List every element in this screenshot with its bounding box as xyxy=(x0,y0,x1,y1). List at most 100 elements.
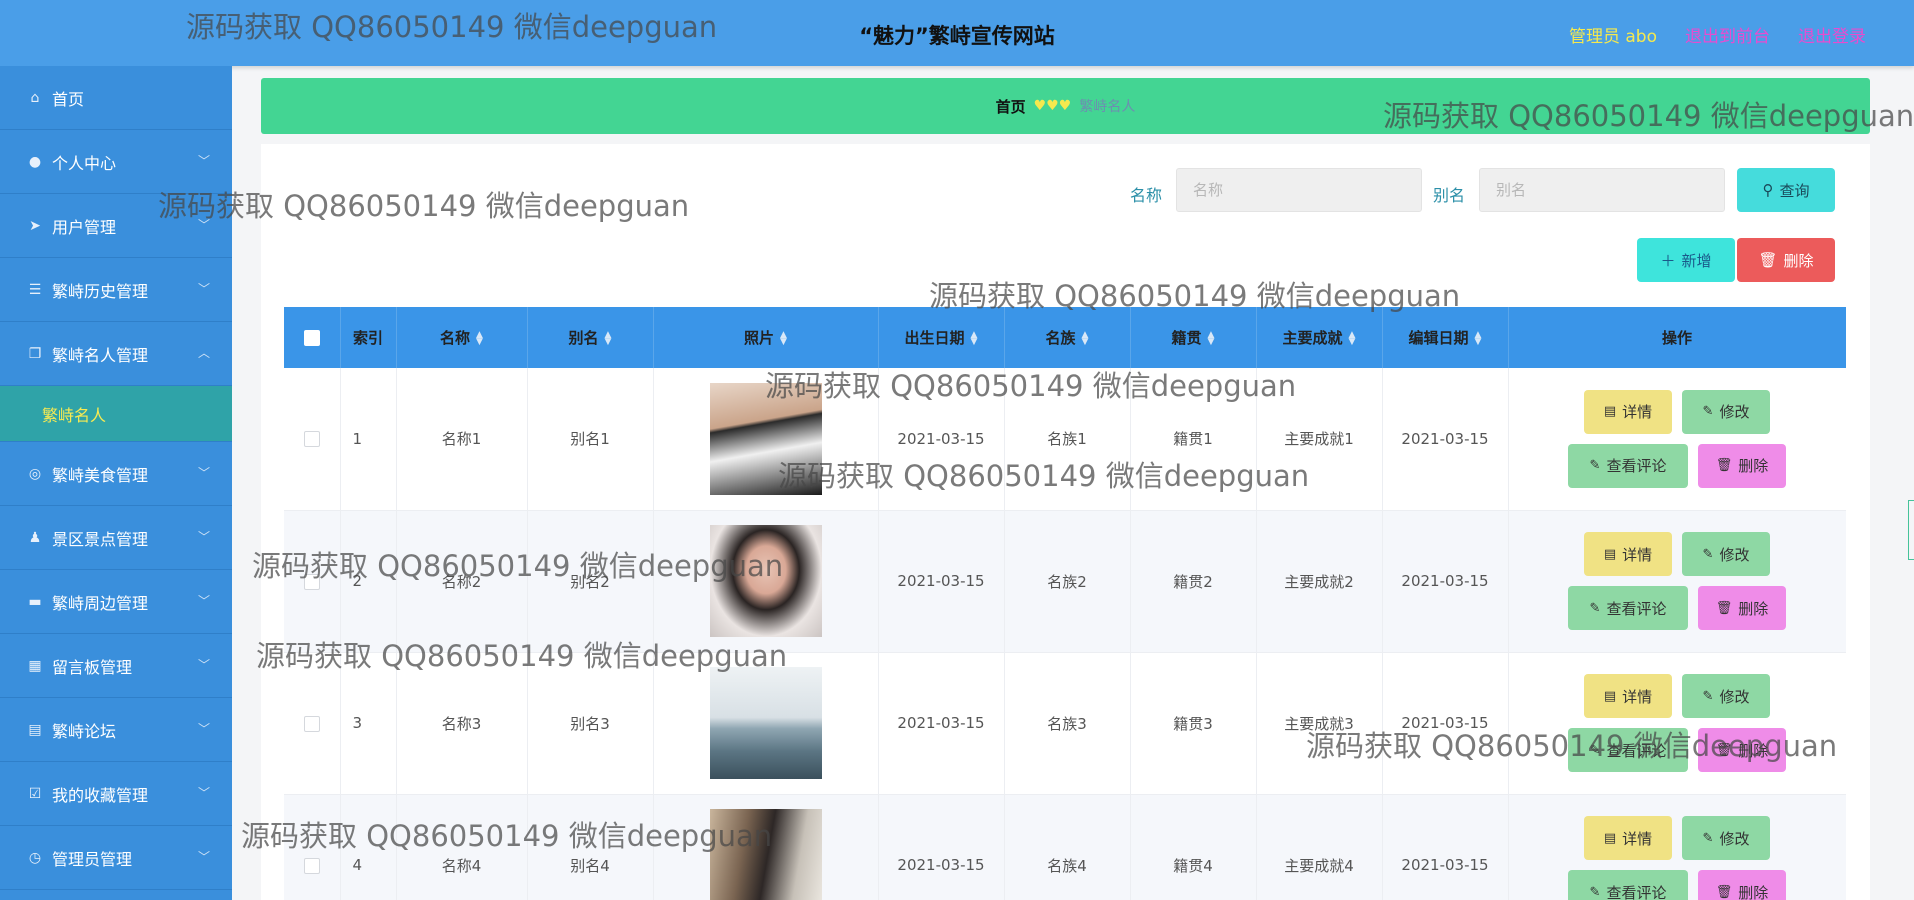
sort-icon[interactable]: ▲ ▼ xyxy=(476,330,483,346)
user-icon: ● xyxy=(28,153,42,170)
sidebar-item-user-management[interactable]: ➤ 用户管理 ﹀ xyxy=(0,194,232,258)
view-comments-button[interactable]: ✎ 查看评论 xyxy=(1568,870,1688,900)
home-icon: ⌂ xyxy=(30,89,40,106)
alias-search-label: 别名 xyxy=(1433,186,1466,205)
sidebar-item-message-board[interactable]: ▦ 留言板管理 ﹀ xyxy=(0,634,232,698)
cell-achievement: 主要成就4 xyxy=(1256,794,1383,900)
sort-icon[interactable]: ▲ ▼ xyxy=(1475,330,1482,346)
cell-index: 4 xyxy=(340,794,397,900)
cell-ethnicity: 名族1 xyxy=(1004,368,1131,511)
sidebar-item-admin-management[interactable]: ◷ 管理员管理 ﹀ xyxy=(0,826,232,890)
view-comments-button[interactable]: ✎ 查看评论 xyxy=(1568,586,1688,630)
name-search-input[interactable] xyxy=(1176,168,1422,212)
edit-button[interactable]: ✎ 修改 xyxy=(1682,674,1770,718)
detail-button[interactable]: ▤ 详情 xyxy=(1584,816,1672,860)
pencil-icon: ✎ xyxy=(1702,546,1714,562)
celebrity-photo[interactable] xyxy=(709,667,822,779)
column-header-name[interactable]: 名称 ▲ ▼ xyxy=(396,307,528,368)
edit-button[interactable]: ✎ 修改 xyxy=(1682,389,1770,434)
pencil-icon: ✎ xyxy=(1589,884,1601,900)
alias-search-input[interactable] xyxy=(1479,168,1725,212)
query-button[interactable]: ⚲ 查询 xyxy=(1737,168,1835,212)
batch-delete-label: 删除 xyxy=(1783,251,1814,270)
delete-button[interactable]: 🗑 删除 xyxy=(1698,728,1786,772)
sidebar-item-favorites[interactable]: ☑ 我的收藏管理 ﹀ xyxy=(0,762,232,826)
add-button[interactable]: ＋ 新增 xyxy=(1637,238,1735,282)
sidebar-item-label: 繁峙名人管理 xyxy=(52,345,149,365)
sidebar-subitem-celebrity[interactable]: 繁峙名人 xyxy=(0,386,232,442)
select-all-cell[interactable] xyxy=(284,307,341,368)
row-actions: ▤ 详情 ✎ 修改 ✎ 查看评论 🗑 删除 xyxy=(1509,816,1846,900)
column-header-edited[interactable]: 编辑日期 ▲ ▼ xyxy=(1382,307,1509,368)
sort-icon[interactable]: ▲ ▼ xyxy=(605,330,612,346)
sidebar-item-home[interactable]: ⌂ 首页 xyxy=(0,66,232,130)
name-search-label: 名称 xyxy=(1130,186,1163,205)
table-row: 2 名称2 别名2 2021-03-15 名族2 籍贯2 主要成就2 2021-… xyxy=(284,510,1846,653)
chevron-down-icon: ﹀ xyxy=(197,154,210,168)
celebrity-photo[interactable] xyxy=(709,382,822,495)
column-header-ethnicity[interactable]: 名族 ▲ ▼ xyxy=(1004,307,1131,368)
exit-to-front-link[interactable]: 退出到前台 xyxy=(1685,22,1770,47)
sidebar-item-celebrity-management[interactable]: ❐ 繁峙名人管理 ︿ xyxy=(0,322,232,386)
chevron-up-icon: ︿ xyxy=(197,346,210,360)
chevron-down-icon: ﹀ xyxy=(197,722,210,736)
edit-button[interactable]: ✎ 修改 xyxy=(1682,532,1770,576)
delete-button[interactable]: 🗑 删除 xyxy=(1698,870,1786,900)
sidebar-item-label: 首页 xyxy=(52,89,85,109)
view-comments-button[interactable]: ✎ 查看评论 xyxy=(1568,728,1688,772)
column-header-native[interactable]: 籍贯 ▲ ▼ xyxy=(1130,307,1257,368)
doc-icon: ▤ xyxy=(28,721,42,738)
document-icon: ▤ xyxy=(1603,546,1617,562)
sidebar-item-personal-center[interactable]: ● 个人中心 ﹀ xyxy=(0,130,232,194)
row-checkbox[interactable] xyxy=(303,431,320,448)
view-comments-button[interactable]: ✎ 查看评论 xyxy=(1568,443,1688,488)
column-header-actions: 操作 xyxy=(1508,307,1846,368)
column-header-achievement[interactable]: 主要成就 ▲ ▼ xyxy=(1256,307,1383,368)
trash-icon: 🗑 xyxy=(1715,742,1733,758)
sidebar-item-food-management[interactable]: ◎ 繁峙美食管理 ﹀ xyxy=(0,442,232,506)
delete-button[interactable]: 🗑 删除 xyxy=(1698,586,1786,630)
detail-button[interactable]: ▤ 详情 xyxy=(1584,674,1672,718)
chevron-down-icon: ﹀ xyxy=(197,786,210,800)
edit-button[interactable]: ✎ 修改 xyxy=(1682,816,1770,860)
table-header-row: 索引 名称 ▲ ▼ 别名 ▲ ▼ 照片 ▲ ▼ 出生日期 ▲ ▼ 名族 ▲ ▼ 籍贯 ▲ ▼ 主要成就 ▲… xyxy=(284,307,1846,368)
breadcrumb-home[interactable]: 首页 xyxy=(996,96,1026,117)
column-header-birth[interactable]: 出生日期 ▲ ▼ xyxy=(878,307,1005,368)
detail-button[interactable]: ▤ 详情 xyxy=(1584,389,1672,434)
trash-icon: 🗑 xyxy=(1715,884,1733,900)
scrollbar-handle[interactable] xyxy=(1908,500,1914,560)
sort-icon[interactable]: ▲ ▼ xyxy=(1208,330,1215,346)
row-checkbox[interactable] xyxy=(303,857,320,874)
sort-icon[interactable]: ▲ ▼ xyxy=(1082,330,1089,346)
detail-button[interactable]: ▤ 详情 xyxy=(1584,532,1672,576)
sidebar-item-label: 用户管理 xyxy=(52,217,117,237)
pencil-icon: ✎ xyxy=(1589,458,1601,474)
celebrity-table-wrapper: 索引 名称 ▲ ▼ 别名 ▲ ▼ 照片 ▲ ▼ 出生日期 ▲ ▼ 名族 ▲ ▼ 籍贯 ▲ ▼ 主要成就 ▲… xyxy=(284,307,1846,900)
batch-delete-button[interactable]: 🗑 删除 xyxy=(1737,238,1835,282)
sort-icon[interactable]: ▲ ▼ xyxy=(1349,330,1356,346)
cell-index: 3 xyxy=(340,652,397,795)
delete-button[interactable]: 🗑 删除 xyxy=(1698,443,1786,488)
pencil-icon: ✎ xyxy=(1702,830,1714,846)
sidebar-item-forum[interactable]: ▤ 繁峙论坛 ﹀ xyxy=(0,698,232,762)
row-checkbox[interactable] xyxy=(303,573,320,590)
header-user-area: 管理员 abo 退出到前台 退出登录 xyxy=(1569,22,1866,47)
row-actions: ▤ 详情 ✎ 修改 ✎ 查看评论 🗑 删除 xyxy=(1509,674,1846,772)
row-checkbox[interactable] xyxy=(303,715,320,732)
column-header-alias[interactable]: 别名 ▲ ▼ xyxy=(527,307,654,368)
celebrity-photo[interactable] xyxy=(709,809,822,900)
sidebar-item-scenic-management[interactable]: ♟ 景区景点管理 ﹀ xyxy=(0,506,232,570)
sort-icon[interactable]: ▲ ▼ xyxy=(971,330,978,346)
sort-icon[interactable]: ▲ ▼ xyxy=(780,330,787,346)
celebrity-photo[interactable] xyxy=(709,525,822,637)
chevron-down-icon: ﹀ xyxy=(197,282,210,296)
select-all-checkbox[interactable] xyxy=(303,330,320,346)
logout-link[interactable]: 退出登录 xyxy=(1798,22,1866,47)
cell-achievement: 主要成就3 xyxy=(1256,652,1383,795)
row-actions: ▤ 详情 ✎ 修改 ✎ 查看评论 🗑 删除 xyxy=(1509,389,1846,488)
admin-name: 管理员 abo xyxy=(1568,27,1657,47)
pencil-icon: ✎ xyxy=(1589,600,1601,616)
sidebar-item-history-management[interactable]: ☰ 繁峙历史管理 ﹀ xyxy=(0,258,232,322)
column-header-photo[interactable]: 照片 ▲ ▼ xyxy=(653,307,879,368)
sidebar-item-surroundings-management[interactable]: ▬ 繁峙周边管理 ﹀ xyxy=(0,570,232,634)
